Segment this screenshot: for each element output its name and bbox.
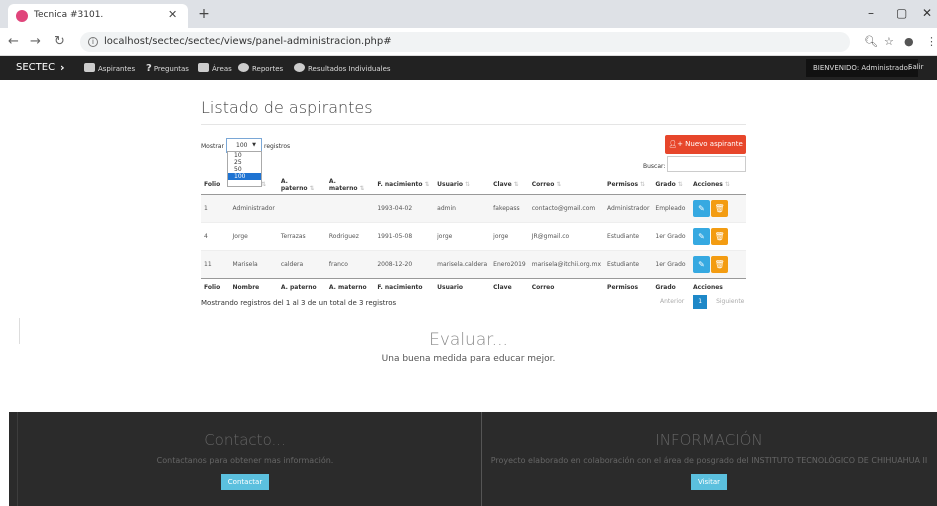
show-label: Mostrar bbox=[201, 143, 224, 150]
footer-header: A. materno bbox=[325, 277, 375, 296]
info-text: Proyecto elaborado en colaboración con e… bbox=[490, 456, 928, 465]
back-icon[interactable]: ← bbox=[8, 34, 19, 49]
column-header[interactable]: Correo ⇅ bbox=[528, 176, 605, 195]
footer: Contacto... Contactanos para obtener mas… bbox=[9, 412, 937, 506]
column-header[interactable]: F. nacimiento ⇅ bbox=[374, 176, 435, 195]
url-field[interactable]: i localhost/sectec/sectec/views/panel-ad… bbox=[80, 32, 850, 52]
address-bar-row: ← → ↻ i localhost/sectec/sectec/views/pa… bbox=[0, 28, 937, 56]
column-header[interactable]: Folio bbox=[201, 176, 230, 195]
pagination: Anterior 1 Siguiente bbox=[660, 295, 744, 309]
maximize-icon[interactable]: ▢ bbox=[896, 6, 907, 20]
bookmark-star-icon[interactable]: ☆ bbox=[884, 35, 894, 48]
delete-button[interactable]: 🗑︎ bbox=[711, 227, 729, 245]
edit-button[interactable]: ✎ bbox=[693, 227, 711, 245]
nav-item-resultados[interactable]: Resultados Individuales bbox=[294, 63, 391, 73]
footer-header: Nombre bbox=[229, 277, 278, 296]
footer-header: Permisos bbox=[604, 277, 653, 296]
contact-button[interactable]: Contactar bbox=[220, 474, 270, 490]
new-tab-icon[interactable]: + bbox=[196, 6, 212, 22]
page-title: Listado de aspirantes bbox=[201, 98, 373, 117]
dropdown-option-selected[interactable]: 100 bbox=[228, 173, 261, 180]
divider bbox=[201, 124, 746, 125]
table-row: 1 Administrador 1993-04-02 admin fakepas… bbox=[201, 193, 746, 222]
hero-subtitle: Una buena medida para educar mejor. bbox=[381, 354, 556, 364]
footer-header: A. paterno bbox=[277, 277, 326, 296]
footer-header: Grado bbox=[652, 277, 691, 296]
footer-header: Folio bbox=[201, 277, 230, 296]
chart-pie-icon bbox=[238, 63, 249, 72]
column-header[interactable]: A. materno ⇅ bbox=[325, 176, 375, 195]
column-header[interactable]: Acciones ⇅ bbox=[690, 176, 746, 195]
edit-button[interactable]: ✎ bbox=[693, 255, 711, 273]
footer-header: Acciones bbox=[690, 277, 746, 296]
hero-title: Evaluar... bbox=[429, 330, 508, 350]
book-icon bbox=[198, 63, 209, 72]
chart-pie-icon bbox=[294, 63, 305, 72]
records-label: registros bbox=[264, 143, 291, 150]
profile-icon[interactable]: ● bbox=[904, 35, 914, 48]
search-input[interactable] bbox=[667, 156, 746, 172]
info-title: INFORMACIÓN bbox=[655, 431, 763, 449]
footer-header: Usuario bbox=[434, 277, 491, 296]
column-header[interactable]: Grado ⇅ bbox=[652, 176, 691, 195]
add-user-icon: 👤︎+ bbox=[668, 140, 686, 148]
current-page-button[interactable]: 1 bbox=[693, 295, 708, 309]
search-label: Buscar: bbox=[643, 163, 666, 170]
tab-title: Tecnica #3101. bbox=[34, 10, 104, 20]
footer-header: F. nacimiento bbox=[374, 277, 435, 296]
browser-tab[interactable]: Tecnica #3101. ✕ bbox=[8, 4, 188, 28]
page-size-dropdown: 10 25 50 100 bbox=[227, 151, 262, 187]
column-header[interactable]: A. paterno ⇅ bbox=[277, 176, 326, 195]
pagination-info: Mostrando registros del 1 al 3 de un tot… bbox=[201, 299, 397, 307]
new-aspirant-button[interactable]: 👤︎+ Nuevo aspirante bbox=[665, 135, 746, 154]
footer-header: Clave bbox=[490, 277, 529, 296]
dropdown-option[interactable]: 25 bbox=[228, 159, 261, 166]
contact-text: Contactanos para obtener mas información… bbox=[156, 456, 334, 465]
close-window-icon[interactable]: ✕ bbox=[922, 6, 932, 20]
visit-button[interactable]: Visitar bbox=[690, 474, 728, 490]
contact-title: Contacto... bbox=[204, 431, 286, 449]
welcome-label: BIENVENIDO: Administrador bbox=[806, 59, 918, 77]
menu-icon[interactable]: ⋮ bbox=[926, 35, 937, 48]
info-icon[interactable]: i bbox=[88, 37, 98, 47]
dropdown-option[interactable]: 50 bbox=[228, 166, 261, 173]
divider bbox=[481, 412, 482, 506]
reload-icon[interactable]: ↻ bbox=[54, 34, 65, 49]
logout-link[interactable]: Salir bbox=[908, 63, 924, 71]
contact-section: Contacto... Contactanos para obtener mas… bbox=[9, 412, 481, 490]
edit-button[interactable]: ✎ bbox=[693, 199, 711, 217]
aspirants-table: Folio Nombre⇅ A. paterno⇅ A. materno⇅ F.… bbox=[201, 176, 746, 296]
users-icon bbox=[84, 63, 95, 72]
browser-tab-bar: Tecnica #3101. ✕ + – ▢ ✕ bbox=[0, 0, 937, 28]
delete-button[interactable]: 🗑︎ bbox=[711, 255, 729, 273]
sidebar-toggle-icon[interactable]: › bbox=[60, 61, 65, 74]
brand[interactable]: SECTEC bbox=[16, 62, 55, 73]
dropdown-option[interactable]: 10 bbox=[228, 152, 261, 159]
close-tab-icon[interactable]: ✕ bbox=[168, 8, 177, 21]
info-section: INFORMACIÓN Proyecto elaborado en colabo… bbox=[489, 412, 929, 490]
delete-button[interactable]: 🗑︎ bbox=[711, 199, 729, 217]
question-icon: ? bbox=[146, 63, 152, 74]
column-header[interactable]: Usuario ⇅ bbox=[434, 176, 491, 195]
table-row: 11 Marisela caldera franco 2008-12-20 ma… bbox=[201, 249, 746, 278]
nav-item-reportes[interactable]: Reportes bbox=[238, 63, 283, 73]
favicon-icon bbox=[16, 10, 28, 22]
column-header[interactable]: Clave ⇅ bbox=[490, 176, 529, 195]
footer-header: Correo bbox=[528, 277, 605, 296]
forward-icon[interactable]: → bbox=[30, 34, 41, 49]
column-header[interactable]: Permisos ⇅ bbox=[604, 176, 653, 195]
app-navbar: SECTEC › Aspirantes ? Preguntas Áreas Rep… bbox=[0, 56, 937, 80]
table-row: 4 Jorge Terrazas Rodriguez 1991-05-08 jo… bbox=[201, 221, 746, 250]
nav-item-aspirantes[interactable]: Aspirantes bbox=[84, 63, 135, 73]
next-page-link[interactable]: Siguiente bbox=[716, 298, 744, 305]
nav-item-areas[interactable]: Áreas bbox=[198, 63, 232, 73]
minimize-icon[interactable]: – bbox=[868, 6, 874, 20]
prev-page-link[interactable]: Anterior bbox=[660, 298, 684, 305]
url-text: localhost/sectec/sectec/views/panel-admi… bbox=[104, 36, 392, 47]
nav-item-preguntas[interactable]: ? Preguntas bbox=[146, 63, 189, 74]
zoom-icon[interactable]: 🔍︎ bbox=[864, 35, 878, 48]
